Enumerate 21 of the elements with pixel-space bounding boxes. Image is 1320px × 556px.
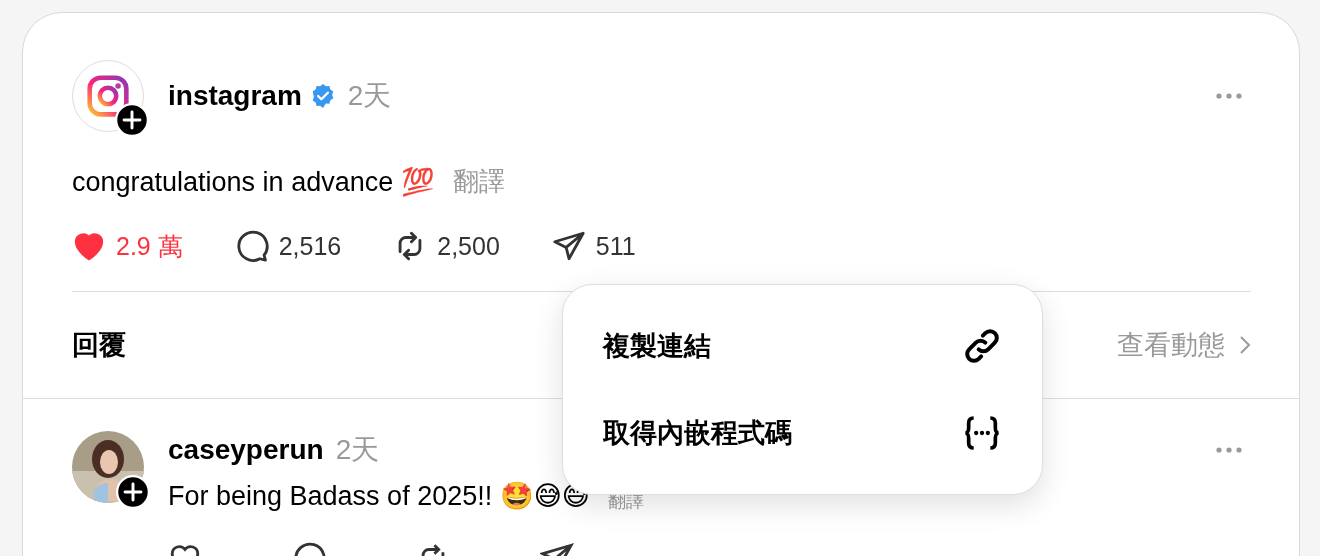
share-button[interactable]: 511 xyxy=(551,229,636,263)
reply-time: 2天 xyxy=(335,433,380,467)
replies-heading: 回覆 xyxy=(72,329,126,362)
embed-code-item[interactable]: 取得內嵌程式碼 xyxy=(563,389,1042,476)
follow-plus-icon[interactable] xyxy=(116,475,150,509)
reply-text: For being Badass of 2025!! 🤩😅😅 xyxy=(168,480,590,512)
post-time: 2天 xyxy=(347,79,392,113)
repost-button[interactable]: 2,500 xyxy=(393,229,500,263)
chevron-right-icon xyxy=(1239,335,1251,355)
post-text: congratulations in advance 💯 xyxy=(72,165,435,198)
more-options-icon[interactable] xyxy=(1215,446,1243,454)
username[interactable]: instagram xyxy=(168,80,302,112)
copy-link-item[interactable]: 複製連結 xyxy=(563,303,1042,390)
comment-icon xyxy=(234,229,269,263)
camera-logo-icon xyxy=(86,74,130,118)
username[interactable]: caseyperun xyxy=(168,434,324,466)
like-button[interactable]: 2.9 萬 xyxy=(72,229,183,263)
share-icon xyxy=(551,229,586,263)
follow-plus-icon[interactable] xyxy=(115,103,149,137)
more-options-icon[interactable] xyxy=(1215,92,1243,100)
comment-button[interactable]: 2,516 xyxy=(234,229,342,263)
